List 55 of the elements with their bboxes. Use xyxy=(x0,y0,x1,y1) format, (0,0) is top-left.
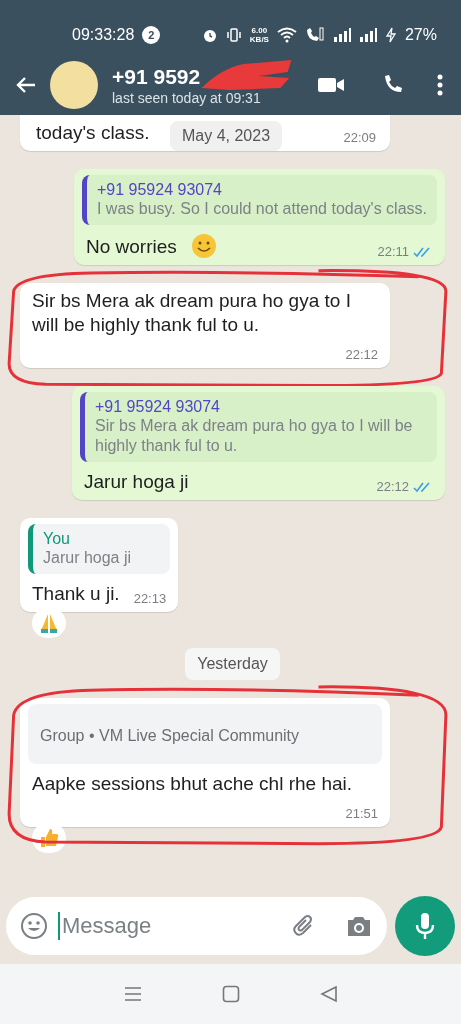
quote-author: You xyxy=(43,530,71,548)
message-time: 22:12 xyxy=(376,479,409,494)
quoted-message[interactable]: +91 95924 93074 Sir bs Mera ak dream pura ho gya to I will be highly thank ful to u. xyxy=(80,392,437,462)
microphone-icon xyxy=(414,911,436,941)
message-text: Jarur hoga ji xyxy=(84,470,189,494)
net-speed-unit: KB/S xyxy=(249,35,269,44)
double-check-icon xyxy=(413,480,433,493)
double-check-icon xyxy=(413,245,433,258)
contact-avatar[interactable] xyxy=(50,60,98,109)
clock: 09:33:28 xyxy=(72,26,135,44)
date-chip: Yesterday xyxy=(185,648,280,680)
message-text: Aapke sessions bhut ache chl rhe hai. xyxy=(32,772,353,796)
smiley-icon xyxy=(190,233,217,259)
reaction-badge[interactable] xyxy=(32,608,66,638)
quote-text: I was busy. So I could not attend today's class. xyxy=(96,199,427,219)
quoted-message[interactable]: You Jarur hoga ji xyxy=(28,524,171,574)
message-text: No worries xyxy=(85,235,177,259)
message-time: 22:09 xyxy=(343,130,376,145)
message-time: 22:13 xyxy=(133,591,167,606)
alarm-icon xyxy=(201,27,218,43)
vibrate-icon xyxy=(225,27,242,43)
folded-hands-icon xyxy=(39,612,59,634)
more-options-icon xyxy=(437,73,443,96)
quote-text: Sir bs Mera ak dream pura ho gya to I will be highly thank ful to u. xyxy=(95,416,414,456)
message-time: 21:51 xyxy=(345,806,378,821)
back-icon[interactable] xyxy=(319,985,338,1003)
thumbs-up-icon xyxy=(38,827,60,849)
battery-percent: 27% xyxy=(404,26,437,44)
charging-icon xyxy=(384,27,397,43)
message-input[interactable]: Message xyxy=(58,912,281,940)
quote-author: +91 95924 93074 xyxy=(95,398,221,416)
signal-icon xyxy=(358,28,377,42)
microphone-button[interactable] xyxy=(395,896,455,956)
net-speed: 6.00 xyxy=(251,26,268,35)
message-field[interactable]: Message xyxy=(6,897,387,955)
message-text: today's class. xyxy=(36,121,150,145)
quoted-message[interactable]: Group • VM Live Special Community xyxy=(28,704,382,764)
message-time: 22:11 xyxy=(377,244,409,259)
message-time: 22:12 xyxy=(345,347,378,362)
contact-name: +91 9592 xyxy=(112,63,202,90)
message-text: Thank u ji. xyxy=(32,582,120,606)
menu-icon[interactable] xyxy=(123,986,142,1002)
emoji-icon[interactable] xyxy=(20,912,48,940)
quote-author: +91 95924 93074 xyxy=(96,181,223,199)
quote-text: Group • VM Live Special Community xyxy=(40,726,301,746)
signal-icon xyxy=(332,28,351,42)
quote-text: Jarur hoga ji xyxy=(43,548,133,568)
home-icon[interactable] xyxy=(221,985,240,1003)
wifi-calling-icon xyxy=(304,27,325,43)
last-seen: last seen today at 09:31 xyxy=(112,89,262,106)
quoted-message[interactable]: +91 95924 93074 I was busy. So I could not attend today's class. xyxy=(81,175,437,225)
date-chip: May 4, 2023 xyxy=(170,121,283,151)
wifi-icon xyxy=(276,27,297,43)
notification-count: 2 xyxy=(142,26,161,44)
message-text: Sir bs Mera ak dream pura ho gya to I will be highly thank ful to u. xyxy=(32,289,352,337)
